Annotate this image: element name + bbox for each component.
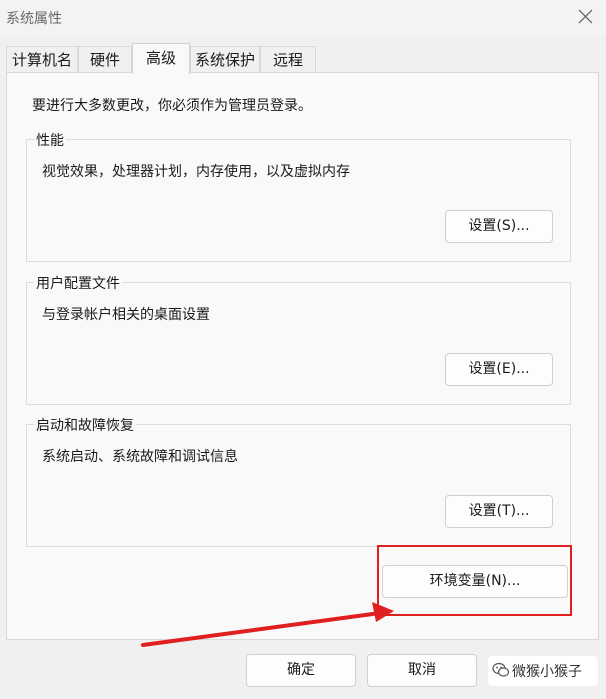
watermark: 微猴小猴子 (488, 656, 598, 686)
ok-label: 确定 (287, 662, 315, 678)
cancel-label: 取消 (408, 662, 436, 678)
ok-button[interactable]: 确定 (246, 654, 356, 687)
cancel-button[interactable]: 取消 (367, 654, 477, 687)
watermark-text: 微猴小猴子 (512, 664, 582, 680)
annotation-arrow (141, 602, 394, 647)
wechat-icon (492, 662, 510, 677)
tab-advanced[interactable]: 高级 (132, 43, 190, 74)
